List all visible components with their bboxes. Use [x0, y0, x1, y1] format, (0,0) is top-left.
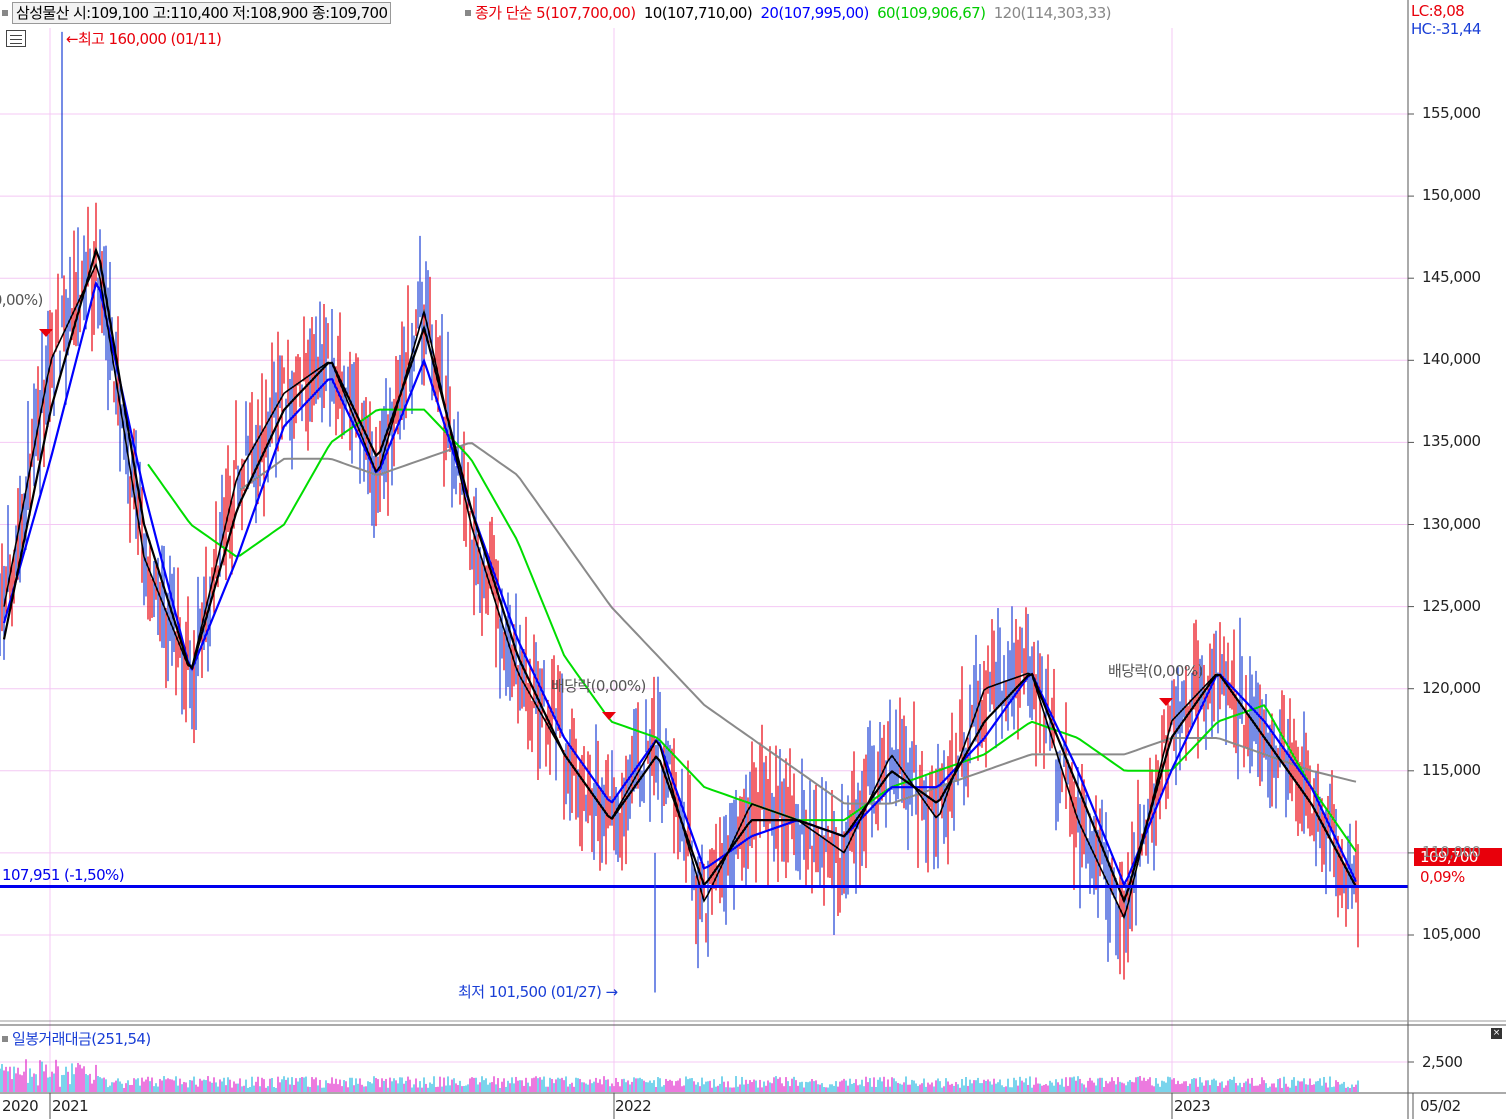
ma10-legend: 10(107,710,00) — [643, 4, 753, 22]
y-tick: 145,000 — [1422, 268, 1481, 287]
y-tick: 120,000 — [1422, 678, 1481, 697]
y-tick: 105,000 — [1422, 925, 1481, 943]
lc-value: LC:8,08 — [1411, 2, 1465, 20]
square-bullet-icon — [465, 9, 471, 16]
left-arrow-icon: ← — [66, 30, 79, 48]
dividend-marker-icon — [1159, 698, 1173, 706]
stock-ohlc-box[interactable]: 삼성물산 시:109,100 고:110,400 저:108,900 종:109… — [12, 2, 392, 24]
hc-value: HC:-31,44 — [1411, 20, 1481, 38]
volume-axis-tick: 2,500 — [1422, 1053, 1463, 1071]
y-tick: 150,000 — [1422, 186, 1481, 205]
y-tick: 115,000 — [1422, 760, 1481, 779]
grid-lines — [0, 28, 1408, 1093]
calendar-grid-icon[interactable] — [6, 30, 26, 47]
ma120-line — [239, 442, 1357, 805]
y-tick: 125,000 — [1422, 596, 1481, 615]
y-tick: 130,000 — [1422, 514, 1481, 533]
horizontal-line-label: 107,951 (-1,50%) — [2, 866, 125, 884]
ma-title: 종가 단순 — [475, 4, 533, 22]
x-tick: 2021 — [52, 1097, 89, 1115]
chart-overlay — [0, 31, 1408, 993]
y-tick: 110,000 — [1422, 842, 1481, 861]
price-chart[interactable] — [0, 0, 1506, 1119]
x-tick: 2020 — [2, 1097, 39, 1115]
x-tick: 05/02 — [1420, 1097, 1461, 1115]
square-bullet-icon — [2, 9, 8, 16]
header-ma-legend[interactable]: 종가 단순 5(107,700,00) 10(107,710,00) 20(10… — [462, 2, 1112, 24]
candle-series — [0, 202, 1359, 980]
close-panel-icon[interactable]: × — [1491, 1028, 1502, 1039]
ma60-legend: 60(109,906,67) — [877, 4, 986, 22]
high-annotation: ←최고 160,000 (01/11) — [66, 30, 222, 48]
ma20-legend: 20(107,995,00) — [760, 4, 869, 22]
x-tick: 2023 — [1174, 1097, 1211, 1115]
dividend-label-2: 배당락(0,00%) — [551, 677, 646, 695]
low-annotation: 최저 101,500 (01/27) → — [458, 983, 618, 1001]
y-tick: 140,000 — [1422, 350, 1481, 369]
x-tick: 2022 — [615, 1097, 652, 1115]
dividend-label-1: 배당락(0,00%) — [0, 291, 43, 309]
dividend-marker-icon — [39, 329, 53, 337]
volume-bars — [0, 1059, 1359, 1092]
y-tick: 135,000 — [1422, 432, 1481, 451]
square-bullet-icon — [2, 1035, 8, 1042]
y-tick: 155,000 — [1422, 104, 1481, 122]
moving-average-lines — [2, 246, 1357, 920]
right-arrow-icon: → — [601, 983, 618, 1001]
header-stock-summary[interactable]: 삼성물산 시:109,100 고:110,400 저:108,900 종:109… — [0, 2, 392, 24]
ma120-legend: 120(114,303,33) — [993, 4, 1112, 22]
ma5-legend: 5(107,700,00) — [536, 4, 636, 22]
last-change-tag: 0,09% — [1420, 868, 1465, 886]
volume-panel-title: 일봉거래대금(251,54) — [2, 1030, 151, 1048]
dividend-label-3: 배당락(0,00%) — [1108, 662, 1203, 680]
